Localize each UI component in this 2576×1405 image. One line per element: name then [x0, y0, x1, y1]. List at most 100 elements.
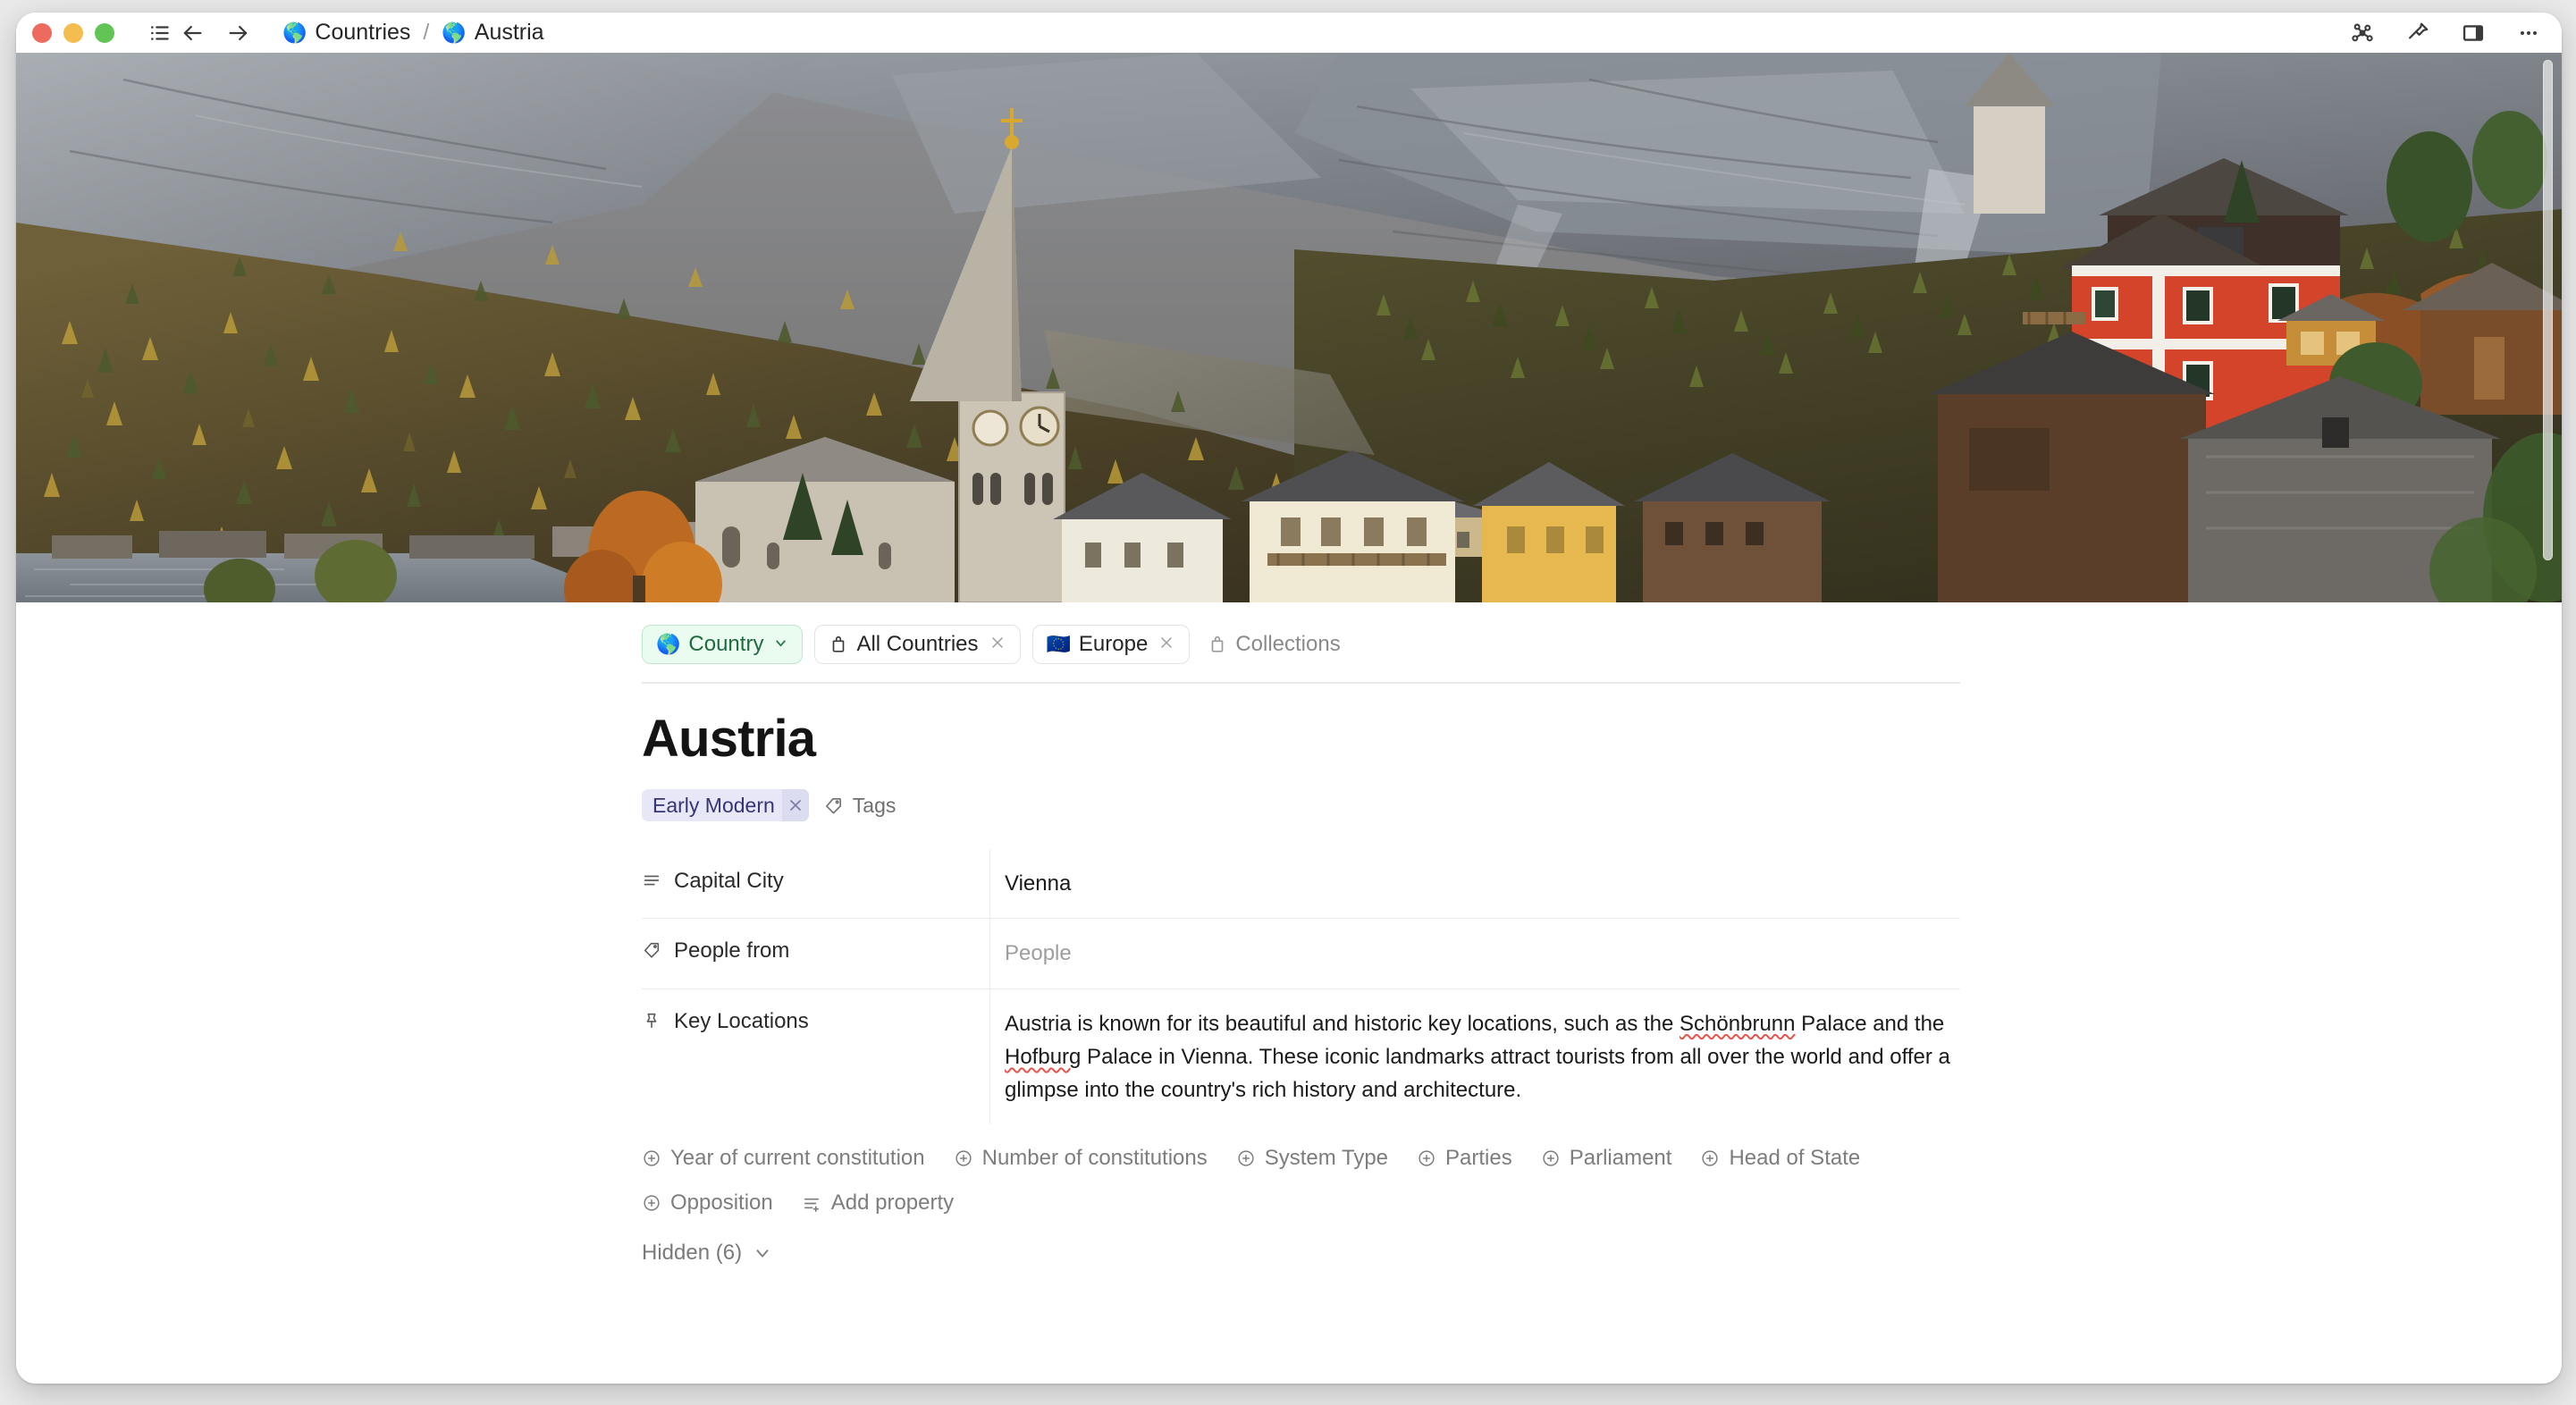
pin-icon: [642, 1010, 661, 1039]
more-options-icon[interactable]: [2515, 20, 2542, 46]
chip-europe[interactable]: 🇪🇺 Europe: [1032, 625, 1191, 664]
add-property-button[interactable]: Add property: [802, 1185, 954, 1221]
add-property-icon: [802, 1193, 822, 1214]
globe-icon: 🌎: [656, 635, 680, 654]
suggestion-label: Head of State: [1729, 1146, 1860, 1171]
suggestion-label: Opposition: [670, 1190, 773, 1216]
property-value-key-locations[interactable]: Austria is known for its beautiful and h…: [990, 989, 1960, 1125]
circle-plus-icon: [1417, 1148, 1436, 1168]
add-property-head-of-state[interactable]: Head of State: [1700, 1140, 1860, 1176]
titlebar-actions: [2349, 20, 2542, 46]
maximize-window-button[interactable]: [95, 23, 114, 43]
globe-icon: 🌎: [442, 23, 466, 43]
breadcrumb-item-austria[interactable]: 🌎 Austria: [438, 18, 547, 47]
property-key-people-from[interactable]: People from: [642, 919, 990, 988]
add-property-year-of-current-constitution[interactable]: Year of current constitution: [642, 1140, 925, 1176]
breadcrumb-item-countries[interactable]: 🌎 Countries: [279, 18, 414, 47]
chip-country[interactable]: 🌎 Country: [642, 625, 803, 664]
graph-view-icon[interactable]: [2349, 20, 2376, 46]
empty-property-suggestions: Year of current constitution Number of c…: [642, 1140, 1960, 1221]
page-body: 🌎 Country All Countries: [16, 602, 2562, 1384]
chip-all-countries[interactable]: All Countries: [814, 625, 1020, 664]
tag-icon: [642, 939, 661, 968]
tag-early-modern[interactable]: Early Modern: [642, 789, 809, 821]
chip-country-label: Country: [688, 634, 763, 655]
title-bar: 🌎 Countries / 🌎 Austria: [16, 13, 2562, 53]
cover-scrollbar[interactable]: [2543, 60, 2553, 560]
database-icon: [1208, 635, 1227, 654]
property-value-people-from[interactable]: People: [990, 919, 1960, 988]
property-value-capital-city[interactable]: Vienna: [990, 849, 1960, 918]
suggestion-label: System Type: [1265, 1146, 1388, 1171]
add-property-opposition[interactable]: Opposition: [642, 1185, 773, 1221]
suggestion-label: Year of current constitution: [670, 1146, 925, 1171]
suggestion-label: Number of constitutions: [982, 1146, 1208, 1171]
back-button[interactable]: [179, 20, 206, 46]
property-key-key-locations[interactable]: Key Locations: [642, 989, 990, 1125]
globe-icon: 🌎: [282, 23, 307, 43]
hidden-properties-toggle[interactable]: Hidden (6): [642, 1241, 1960, 1266]
suggestion-label: Add property: [831, 1190, 954, 1216]
property-row-capital-city: Capital City Vienna: [642, 849, 1960, 919]
right-sidebar-icon[interactable]: [2460, 20, 2487, 46]
breadcrumb-separator: /: [423, 20, 429, 46]
circle-plus-icon: [1541, 1148, 1561, 1168]
add-property-parliament[interactable]: Parliament: [1541, 1140, 1672, 1176]
page-content: 🌎 Country All Countries: [642, 602, 1960, 1266]
breadcrumb-label-countries: Countries: [315, 20, 410, 46]
circle-plus-icon: [1236, 1148, 1256, 1168]
add-tag-button[interactable]: Tags: [823, 794, 897, 818]
chip-europe-label: Europe: [1079, 634, 1148, 655]
property-label: Capital City: [674, 867, 784, 896]
tags-placeholder-label: Tags: [853, 794, 897, 818]
property-key-capital-city[interactable]: Capital City: [642, 849, 990, 918]
chip-remove-icon[interactable]: [1158, 634, 1175, 655]
tag-icon: [823, 795, 844, 816]
circle-plus-icon: [642, 1193, 661, 1213]
forward-button[interactable]: [225, 20, 252, 46]
tags-row: Early Modern Tags: [642, 788, 1960, 822]
context-chips: 🌎 Country All Countries: [642, 623, 1960, 666]
property-label: People from: [674, 937, 789, 965]
breadcrumb: 🌎 Countries / 🌎 Austria: [279, 18, 548, 47]
chip-collections-label: Collections: [1235, 634, 1340, 655]
circle-plus-icon: [954, 1148, 973, 1168]
chevron-down-icon[interactable]: [753, 1243, 772, 1263]
chip-remove-icon[interactable]: [989, 634, 1006, 655]
pin-icon[interactable]: [2404, 20, 2431, 46]
close-window-button[interactable]: [32, 23, 52, 43]
tag-label: Early Modern: [652, 795, 775, 816]
breadcrumb-label-austria: Austria: [475, 20, 544, 46]
minimize-window-button[interactable]: [63, 23, 83, 43]
chevron-down-icon[interactable]: [773, 635, 788, 653]
sidebar-toggle-icon[interactable]: [147, 20, 173, 46]
page-title[interactable]: Austria: [642, 711, 1960, 768]
text-lines-icon: [642, 870, 661, 898]
circle-plus-icon: [642, 1148, 661, 1168]
window-controls: [32, 23, 114, 43]
navigation-buttons: [179, 20, 252, 46]
property-row-key-locations: Key Locations Austria is known for its b…: [642, 989, 1960, 1125]
chip-all-countries-label: All Countries: [856, 634, 978, 655]
text-segment: Palace and the: [1795, 1012, 1944, 1036]
text-segment: Austria is known for its beautiful and h…: [1005, 1012, 1679, 1036]
cover-image: [16, 53, 2562, 602]
property-row-people-from: People from People: [642, 919, 1960, 989]
hidden-label: Hidden (6): [642, 1241, 742, 1266]
suggestion-label: Parties: [1445, 1146, 1512, 1171]
properties-table: Capital City Vienna People from: [642, 849, 1960, 1124]
app-window: 🌎 Countries / 🌎 Austria: [16, 13, 2562, 1384]
misspelled-word: Schönbrunn: [1679, 1012, 1795, 1036]
desktop-background: 🌎 Countries / 🌎 Austria: [0, 0, 2576, 1405]
circle-plus-icon: [1700, 1148, 1720, 1168]
add-property-system-type[interactable]: System Type: [1236, 1140, 1388, 1176]
misspelled-word: Hofburg: [1005, 1045, 1081, 1069]
eu-flag-icon: 🇪🇺: [1047, 635, 1071, 654]
chip-collections-placeholder[interactable]: Collections: [1201, 625, 1354, 664]
tag-remove-icon[interactable]: [782, 789, 809, 821]
text-segment: Palace in Vienna. These iconic landmarks…: [1005, 1045, 1950, 1102]
chips-divider: [642, 682, 1960, 684]
add-property-parties[interactable]: Parties: [1417, 1140, 1512, 1176]
suggestion-label: Parliament: [1570, 1146, 1672, 1171]
add-property-number-of-constitutions[interactable]: Number of constitutions: [954, 1140, 1208, 1176]
